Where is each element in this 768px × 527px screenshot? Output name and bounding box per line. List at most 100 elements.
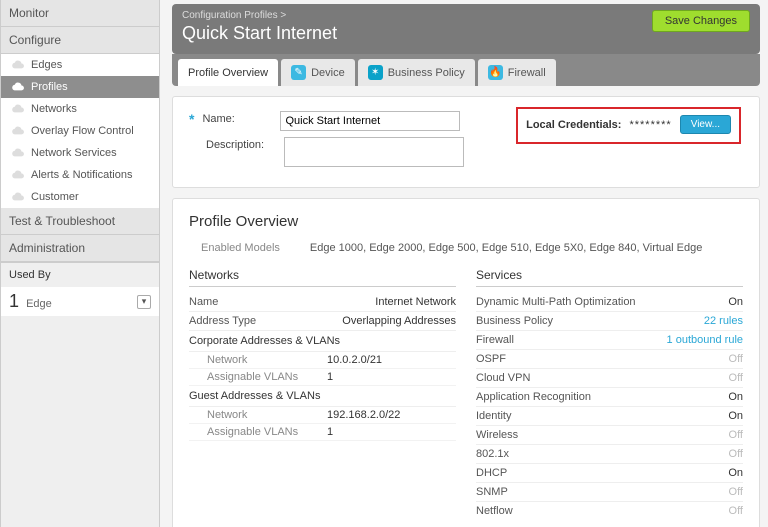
service-row: NetflowOff <box>476 502 743 520</box>
cloud-icon <box>11 60 25 70</box>
service-row: OSPF Off <box>476 350 743 369</box>
nav-item-label: Network Services <box>31 147 117 159</box>
service-row: WirelessOff <box>476 426 743 445</box>
guest-section-title: Guest Addresses & VLANs <box>189 386 456 407</box>
service-key: Firewall <box>476 334 514 346</box>
service-row: SNMP Off <box>476 483 743 502</box>
nav-item-netservices[interactable]: Network Services <box>1 142 159 164</box>
wrench-icon: ✎ <box>291 65 306 80</box>
service-key: 802.1x <box>476 448 509 460</box>
required-icon: * <box>189 111 194 127</box>
cloud-icon <box>11 148 25 158</box>
service-value[interactable]: 1 outbound rule <box>667 334 743 346</box>
corp-vlan-value: 1 <box>327 371 333 383</box>
guest-vlan-value: 1 <box>327 426 333 438</box>
used-by-label: Used By <box>1 262 159 287</box>
addr-type-value: Overlapping Addresses <box>342 315 456 327</box>
policy-icon: ✶ <box>368 65 383 80</box>
service-value: On <box>728 296 743 308</box>
networks-title: Networks <box>189 268 456 282</box>
service-row: 802.1x Off <box>476 445 743 464</box>
used-by-row[interactable]: 1 Edge ▾ <box>1 287 159 316</box>
tab-profile-overview[interactable]: Profile Overview <box>178 59 278 86</box>
tab-business-policy[interactable]: ✶ Business Policy <box>358 59 475 86</box>
services-column: Services Dynamic Multi-Path Optimization… <box>476 268 743 520</box>
overview-panel: Profile Overview Enabled Models Edge 100… <box>172 198 760 527</box>
nav-item-label: Alerts & Notifications <box>31 169 132 181</box>
used-by-count: 1 <box>9 291 19 311</box>
service-value: On <box>728 467 743 479</box>
nav-item-label: Profiles <box>31 81 68 93</box>
tab-device[interactable]: ✎ Device <box>281 59 355 86</box>
service-row: DHCP On <box>476 464 743 483</box>
tab-label: Device <box>311 67 345 79</box>
cloud-icon <box>11 104 25 114</box>
local-credentials-box: Local Credentials: ******** View... <box>516 107 741 144</box>
service-row: Business Policy 22 rules <box>476 312 743 331</box>
nav-item-label: Edges <box>31 59 62 71</box>
cloud-icon <box>11 170 25 180</box>
nav-section-configure[interactable]: Configure <box>1 27 159 54</box>
service-key: Business Policy <box>476 315 553 327</box>
credentials-mask: ******** <box>629 119 671 131</box>
networks-column: Networks Name Internet Network Address T… <box>189 268 456 520</box>
main-area: Configuration Profiles > Quick Start Int… <box>160 0 768 527</box>
name-input[interactable] <box>280 111 460 131</box>
cloud-icon <box>11 126 25 136</box>
cloud-icon <box>11 82 25 92</box>
services-title: Services <box>476 268 743 282</box>
tab-label: Business Policy <box>388 67 465 79</box>
service-value: Off <box>729 353 743 365</box>
service-key: Application Recognition <box>476 391 591 403</box>
firewall-icon: 🔥 <box>488 65 503 80</box>
service-value: On <box>728 391 743 403</box>
service-key: Netflow <box>476 505 513 517</box>
nav-item-label: Overlay Flow Control <box>31 125 134 137</box>
chevron-down-icon[interactable]: ▾ <box>137 295 151 309</box>
addr-type-key: Address Type <box>189 315 256 327</box>
description-input[interactable] <box>284 137 464 167</box>
nav-item-networks[interactable]: Networks <box>1 98 159 120</box>
nav-section-admin[interactable]: Administration <box>1 235 159 262</box>
service-value: On <box>728 410 743 422</box>
overview-title: Profile Overview <box>189 213 743 230</box>
nav-item-edges[interactable]: Edges <box>1 54 159 76</box>
tab-label: Firewall <box>508 67 546 79</box>
service-value[interactable]: 22 rules <box>704 315 743 327</box>
tab-firewall[interactable]: 🔥 Firewall <box>478 59 556 86</box>
service-key: Wireless <box>476 429 518 441</box>
save-changes-button[interactable]: Save Changes <box>652 10 750 32</box>
enabled-models-label: Enabled Models <box>201 242 280 254</box>
nav-item-label: Networks <box>31 103 77 115</box>
view-credentials-button[interactable]: View... <box>680 115 731 134</box>
service-key: SNMP <box>476 486 508 498</box>
corp-net-value: 10.0.2.0/21 <box>327 354 382 366</box>
name-label: Name: <box>202 111 272 125</box>
service-key: DHCP <box>476 467 507 479</box>
nav-item-label: Customer <box>31 191 79 203</box>
service-row: Cloud VPNOff <box>476 369 743 388</box>
description-label: Description: <box>206 137 276 151</box>
service-row: Firewall 1 outbound rule <box>476 331 743 350</box>
service-row: Identity On <box>476 407 743 426</box>
cloud-icon <box>11 192 25 202</box>
service-row: Dynamic Multi-Path Optimization On <box>476 293 743 312</box>
corp-vlan-label: Assignable VLANs <box>207 371 327 383</box>
nav-item-customer[interactable]: Customer <box>1 186 159 208</box>
tabs-band: Profile Overview ✎ Device ✶ Business Pol… <box>172 54 760 86</box>
nav-item-alerts[interactable]: Alerts & Notifications <box>1 164 159 186</box>
header-bar: Configuration Profiles > Quick Start Int… <box>172 4 760 54</box>
service-value: Off <box>729 372 743 384</box>
service-value: Off <box>729 448 743 460</box>
nav-section-monitor[interactable]: Monitor <box>1 0 159 27</box>
nav-section-test[interactable]: Test & Troubleshoot <box>1 208 159 235</box>
nav-item-profiles[interactable]: Profiles <box>1 76 159 98</box>
service-key: Dynamic Multi-Path Optimization <box>476 296 636 308</box>
local-credentials-label: Local Credentials: <box>526 119 621 131</box>
enabled-models-value: Edge 1000, Edge 2000, Edge 500, Edge 510… <box>310 242 702 254</box>
service-key: Identity <box>476 410 511 422</box>
service-key: OSPF <box>476 353 506 365</box>
used-by-unit: Edge <box>26 298 52 310</box>
service-value: Off <box>729 486 743 498</box>
nav-item-overlay[interactable]: Overlay Flow Control <box>1 120 159 142</box>
